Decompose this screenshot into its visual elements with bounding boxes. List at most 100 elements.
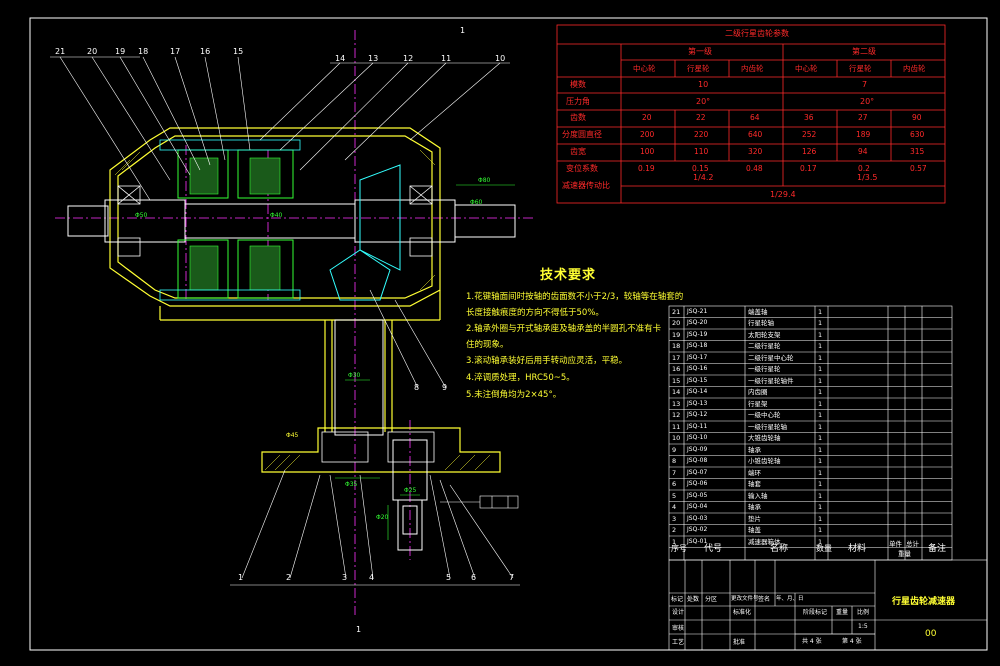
section-mark-bottom: 1 (356, 625, 362, 634)
cell: 630 (910, 130, 925, 139)
bom-cell-qty: 1 (818, 434, 823, 442)
tb-review: 审核 (672, 625, 685, 632)
bom-cell-no: 5 (672, 491, 677, 500)
bom-cell-name: 一级行星轮 (748, 365, 781, 373)
cell: 315 (910, 147, 925, 156)
main-shaft (67, 199, 516, 436)
bom-cell-qty: 1 (818, 526, 823, 534)
tb-label: 年、月、日 (776, 596, 804, 602)
callout-13: 13 (368, 54, 379, 63)
bom-cell-code: JSQ-04 (687, 503, 708, 510)
tb-process: 工艺 (672, 639, 685, 646)
callout-17: 17 (170, 47, 181, 56)
bom-cell-code: JSQ-19 (687, 330, 708, 338)
cell: 110 (694, 147, 709, 156)
bom-cell-no: 11 (672, 422, 681, 431)
bom-cell-qty: 1 (818, 514, 823, 523)
sub-header: 行星轮 (687, 64, 710, 73)
bom-cell-code: JSQ-09 (687, 445, 708, 453)
dim-label: Φ60 (470, 199, 483, 206)
bom-cell-name: 小锥齿轮轴 (748, 457, 781, 465)
cell: 200 (640, 130, 655, 139)
bom-header-no: 序号 (671, 544, 687, 553)
cell: 100 (640, 147, 655, 156)
bom-cell-no: 6 (672, 480, 677, 488)
bom-cell-name: 内齿圈 (748, 388, 768, 396)
callout-6: 6 (471, 573, 477, 582)
bom-cell-no: 18 (672, 342, 681, 350)
cell: 94 (858, 147, 868, 156)
bom-cell-qty: 1 (818, 468, 823, 477)
callout-3: 3 (342, 573, 348, 582)
cell: 0.17 (800, 164, 817, 173)
dim-label: Φ40 (270, 212, 283, 219)
callout-1: 1 (238, 573, 244, 582)
sub-header: 内齿轮 (741, 64, 764, 73)
ratio-stage1: 1/4.2 (693, 173, 714, 182)
cell: 0.15 (692, 164, 709, 173)
bom-header-total: 总计 (906, 540, 919, 548)
bom-cell-no: 7 (672, 468, 677, 477)
cell: 320 (748, 147, 763, 156)
cell: 64 (750, 113, 760, 122)
callout-18: 18 (138, 47, 149, 56)
tb-weight: 重量 (836, 609, 849, 616)
bom-header-code: 代号 (704, 544, 723, 554)
bom-cell-code: JSQ-03 (687, 514, 708, 522)
bom-cell-no: 3 (672, 514, 677, 523)
bom-cell-code: JSQ-02 (687, 526, 708, 533)
bom-cell-code: JSQ-21 (687, 307, 708, 315)
callout-15: 15 (233, 47, 244, 56)
bom-cell-name: 一级中心轮 (748, 411, 781, 419)
tb-label: 标记 (671, 596, 684, 603)
bom-cell-qty: 1 (818, 491, 823, 500)
bom-cell-code: JSQ-13 (687, 399, 708, 407)
bom-cell-name: 端盖轴 (748, 307, 768, 316)
bom-cell-qty: 1 (818, 342, 823, 350)
stage1-header: 第一级 (688, 47, 712, 56)
bom-cell-qty: 1 (818, 480, 823, 488)
bom-cell-qty: 1 (818, 422, 823, 431)
bom-cell-qty: 1 (818, 365, 823, 373)
bom-cell-name: 行星轮轴 (748, 319, 774, 327)
sub-header: 行星轮 (849, 64, 872, 73)
bom-cell-qty: 1 (818, 445, 823, 454)
bom-cell-qty: 1 (818, 388, 823, 396)
bom-cell-name: 大锥齿轮轴 (748, 434, 781, 442)
bom-cell-no: 10 (672, 434, 681, 442)
bom-header-qty: 数量 (816, 544, 832, 553)
callout-4: 4 (369, 573, 375, 582)
callout-10: 10 (495, 54, 506, 63)
bom-cell-code: JSQ-18 (687, 342, 708, 349)
callout-11: 11 (441, 54, 452, 63)
sub-header: 中心轮 (795, 64, 818, 73)
tech-line: 5.未注倒角均为2×45°。 (466, 390, 562, 400)
bom-cell-name: 轴套 (748, 480, 761, 488)
callout-9: 9 (442, 383, 448, 392)
bom-cell-code: JSQ-08 (687, 457, 708, 464)
bom-cell-code: JSQ-05 (687, 491, 708, 499)
bom-header-material: 材料 (848, 544, 867, 554)
callout-21: 21 (55, 47, 66, 56)
tb-label: 签名 (758, 596, 771, 603)
sub-header: 内齿轮 (903, 64, 926, 73)
cell: 20° (860, 97, 875, 106)
cell: 220 (694, 130, 709, 139)
tech-line: 2.轴承外圈与开式轴承座及轴承盖的半圆孔不准有卡 (466, 324, 662, 334)
bom-header-name: 名称 (770, 544, 789, 554)
bom-cell-name: 二级行星中心轮 (748, 353, 794, 362)
bom-cell-code: JSQ-16 (687, 365, 708, 372)
bom-cell-qty: 1 (818, 376, 823, 385)
cell: 90 (912, 113, 922, 122)
callout-12: 12 (403, 54, 414, 63)
bom-cell-code: JSQ-11 (687, 422, 708, 430)
bom-cell-code: JSQ-15 (687, 376, 708, 384)
cell: 22 (696, 113, 706, 122)
housing-hatch (114, 149, 491, 471)
bom-cell-no: 8 (672, 457, 677, 465)
tech-line: 1.花键轴面间时按轴的齿面数不小于2/3，较轴等在轴套的 (466, 292, 684, 302)
row-label: 分度圆直径 (562, 130, 602, 139)
bom-cell-name: 轴承 (748, 503, 761, 511)
tolerance-frame (440, 495, 519, 509)
bom-cell-code: JSQ-12 (687, 411, 708, 418)
